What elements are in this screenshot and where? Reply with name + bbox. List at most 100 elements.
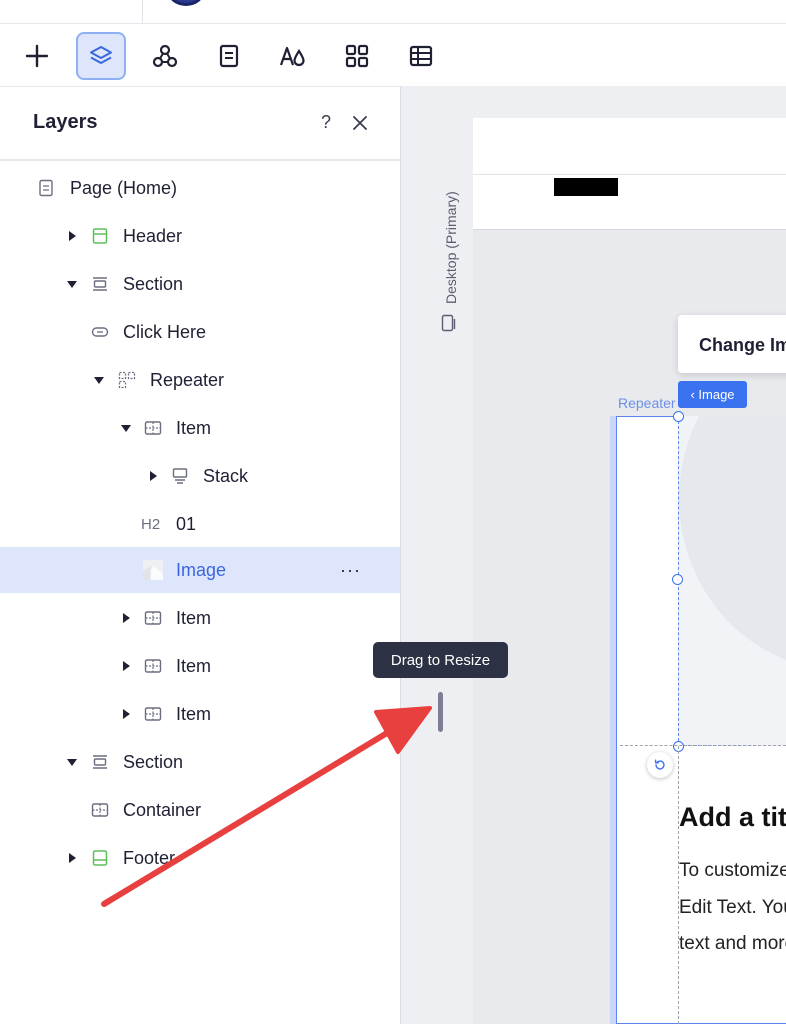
layer-label: Item <box>176 703 212 724</box>
resize-handle-left[interactable] <box>672 574 683 585</box>
add-button[interactable] <box>12 32 62 80</box>
change-image-button[interactable]: Change Image <box>678 315 786 373</box>
repeater-tag[interactable]: Repeater <box>618 395 676 411</box>
device-label[interactable]: Desktop (Primary) <box>437 176 467 336</box>
image-breadcrumb-tag[interactable]: ‹ Image <box>678 381 747 408</box>
item-text-line[interactable]: To customize <box>679 860 786 882</box>
layer-label: Repeater <box>150 369 225 390</box>
top-bar-divider <box>142 0 143 24</box>
resize-handle-top[interactable] <box>673 411 684 422</box>
layer-row-stack[interactable]: Stack <box>0 453 400 499</box>
image-thumbnail-icon <box>140 557 166 583</box>
close-button[interactable] <box>346 109 374 137</box>
typography-button[interactable] <box>268 32 318 80</box>
layer-label: Click Here <box>123 321 207 342</box>
top-bar <box>0 0 786 24</box>
layer-label: Page (Home) <box>70 177 178 198</box>
section-icon <box>90 274 110 294</box>
layer-row-header[interactable]: Header <box>0 213 400 259</box>
help-button[interactable]: ? <box>314 112 338 136</box>
layers-button[interactable] <box>76 32 126 80</box>
item-text-line[interactable]: Edit Text. You <box>679 897 786 919</box>
item-icon <box>143 656 163 676</box>
layer-row-heading[interactable]: H2 01 <box>0 501 400 547</box>
section-icon <box>90 752 110 772</box>
table-button[interactable] <box>396 32 446 80</box>
layer-row-section[interactable]: Section <box>0 739 400 785</box>
expand-arrow-icon[interactable] <box>66 852 78 864</box>
footer-icon <box>90 848 110 868</box>
repeater-icon <box>117 370 137 390</box>
stack-icon <box>170 466 190 486</box>
collapse-arrow-icon[interactable] <box>66 756 78 768</box>
layer-label: Section <box>123 751 184 772</box>
layer-label: Container <box>123 799 202 820</box>
layer-row-item[interactable]: Item <box>0 405 400 451</box>
layer-label: Footer <box>123 847 176 868</box>
page-icon <box>36 178 56 198</box>
layer-row-section[interactable]: Section <box>0 261 400 307</box>
layer-label: Stack <box>203 465 249 486</box>
layer-row-item[interactable]: Item <box>0 643 400 689</box>
item-text-line[interactable]: text and more <box>679 933 786 955</box>
layer-row-item[interactable]: Item <box>0 595 400 641</box>
more-options-button[interactable]: ··· <box>340 560 361 581</box>
layer-label: Header <box>123 225 183 246</box>
device-label-text: Desktop (Primary) <box>443 191 459 304</box>
container-icon <box>90 800 110 820</box>
expand-arrow-icon[interactable] <box>120 660 132 672</box>
image-element[interactable] <box>678 416 786 746</box>
item-icon <box>143 418 163 438</box>
expand-arrow-icon[interactable] <box>66 230 78 242</box>
connections-button[interactable] <box>140 32 190 80</box>
rotate-icon <box>654 759 665 770</box>
alignment-guide-horizontal <box>620 745 786 746</box>
table-icon <box>409 45 433 67</box>
layer-label: Image <box>176 559 227 580</box>
layer-row-click-here[interactable]: Click Here <box>0 309 400 355</box>
expand-arrow-icon[interactable] <box>120 612 132 624</box>
add-icon <box>25 44 49 68</box>
item-icon <box>143 704 163 724</box>
layer-label: 01 <box>176 513 197 534</box>
site-header[interactable] <box>473 118 786 230</box>
layers-panel-header: Layers ? <box>0 87 400 161</box>
typography-icon <box>279 46 305 67</box>
layer-row-footer[interactable]: Footer <box>0 835 400 881</box>
pages-button[interactable] <box>204 32 254 80</box>
layer-row-item[interactable]: Item <box>0 691 400 737</box>
apps-icon <box>345 44 369 68</box>
apps-button[interactable] <box>332 32 382 80</box>
panel-resize-handle[interactable] <box>438 692 443 732</box>
item-title[interactable]: Add a title <box>679 802 786 833</box>
avatar[interactable] <box>168 0 204 6</box>
layers-panel: Layers ? Page (Home) Header Section Clic… <box>0 86 401 1024</box>
expand-arrow-icon[interactable] <box>120 708 132 720</box>
collapse-arrow-icon[interactable] <box>93 374 105 386</box>
close-icon <box>353 116 367 130</box>
drag-to-resize-tooltip: Drag to Resize <box>373 642 508 678</box>
image-placeholder-shape <box>679 416 786 671</box>
collapse-arrow-icon[interactable] <box>120 422 132 434</box>
item-icon <box>143 608 163 628</box>
header-icon <box>90 226 110 246</box>
layers-icon <box>90 46 112 64</box>
site-logo[interactable] <box>554 178 618 196</box>
layer-row-repeater[interactable]: Repeater <box>0 357 400 403</box>
button-icon <box>90 322 110 342</box>
rotate-button[interactable] <box>647 752 673 778</box>
alignment-guide-vertical <box>678 746 679 1024</box>
collapse-arrow-icon[interactable] <box>66 278 78 290</box>
layer-row-container[interactable]: Container <box>0 787 400 833</box>
layer-label: Section <box>123 273 184 294</box>
layer-row-image[interactable]: Image ··· <box>0 547 400 593</box>
layer-label: Item <box>176 607 212 628</box>
panel-title: Layers <box>33 111 98 133</box>
layer-row-page[interactable]: Page (Home) <box>0 165 400 211</box>
heading-tag: H2 <box>141 515 161 533</box>
pages-icon <box>219 44 239 68</box>
desktop-device-icon <box>441 314 456 332</box>
expand-arrow-icon[interactable] <box>147 470 159 482</box>
connections-icon <box>152 44 178 68</box>
layer-label: Item <box>176 417 212 438</box>
